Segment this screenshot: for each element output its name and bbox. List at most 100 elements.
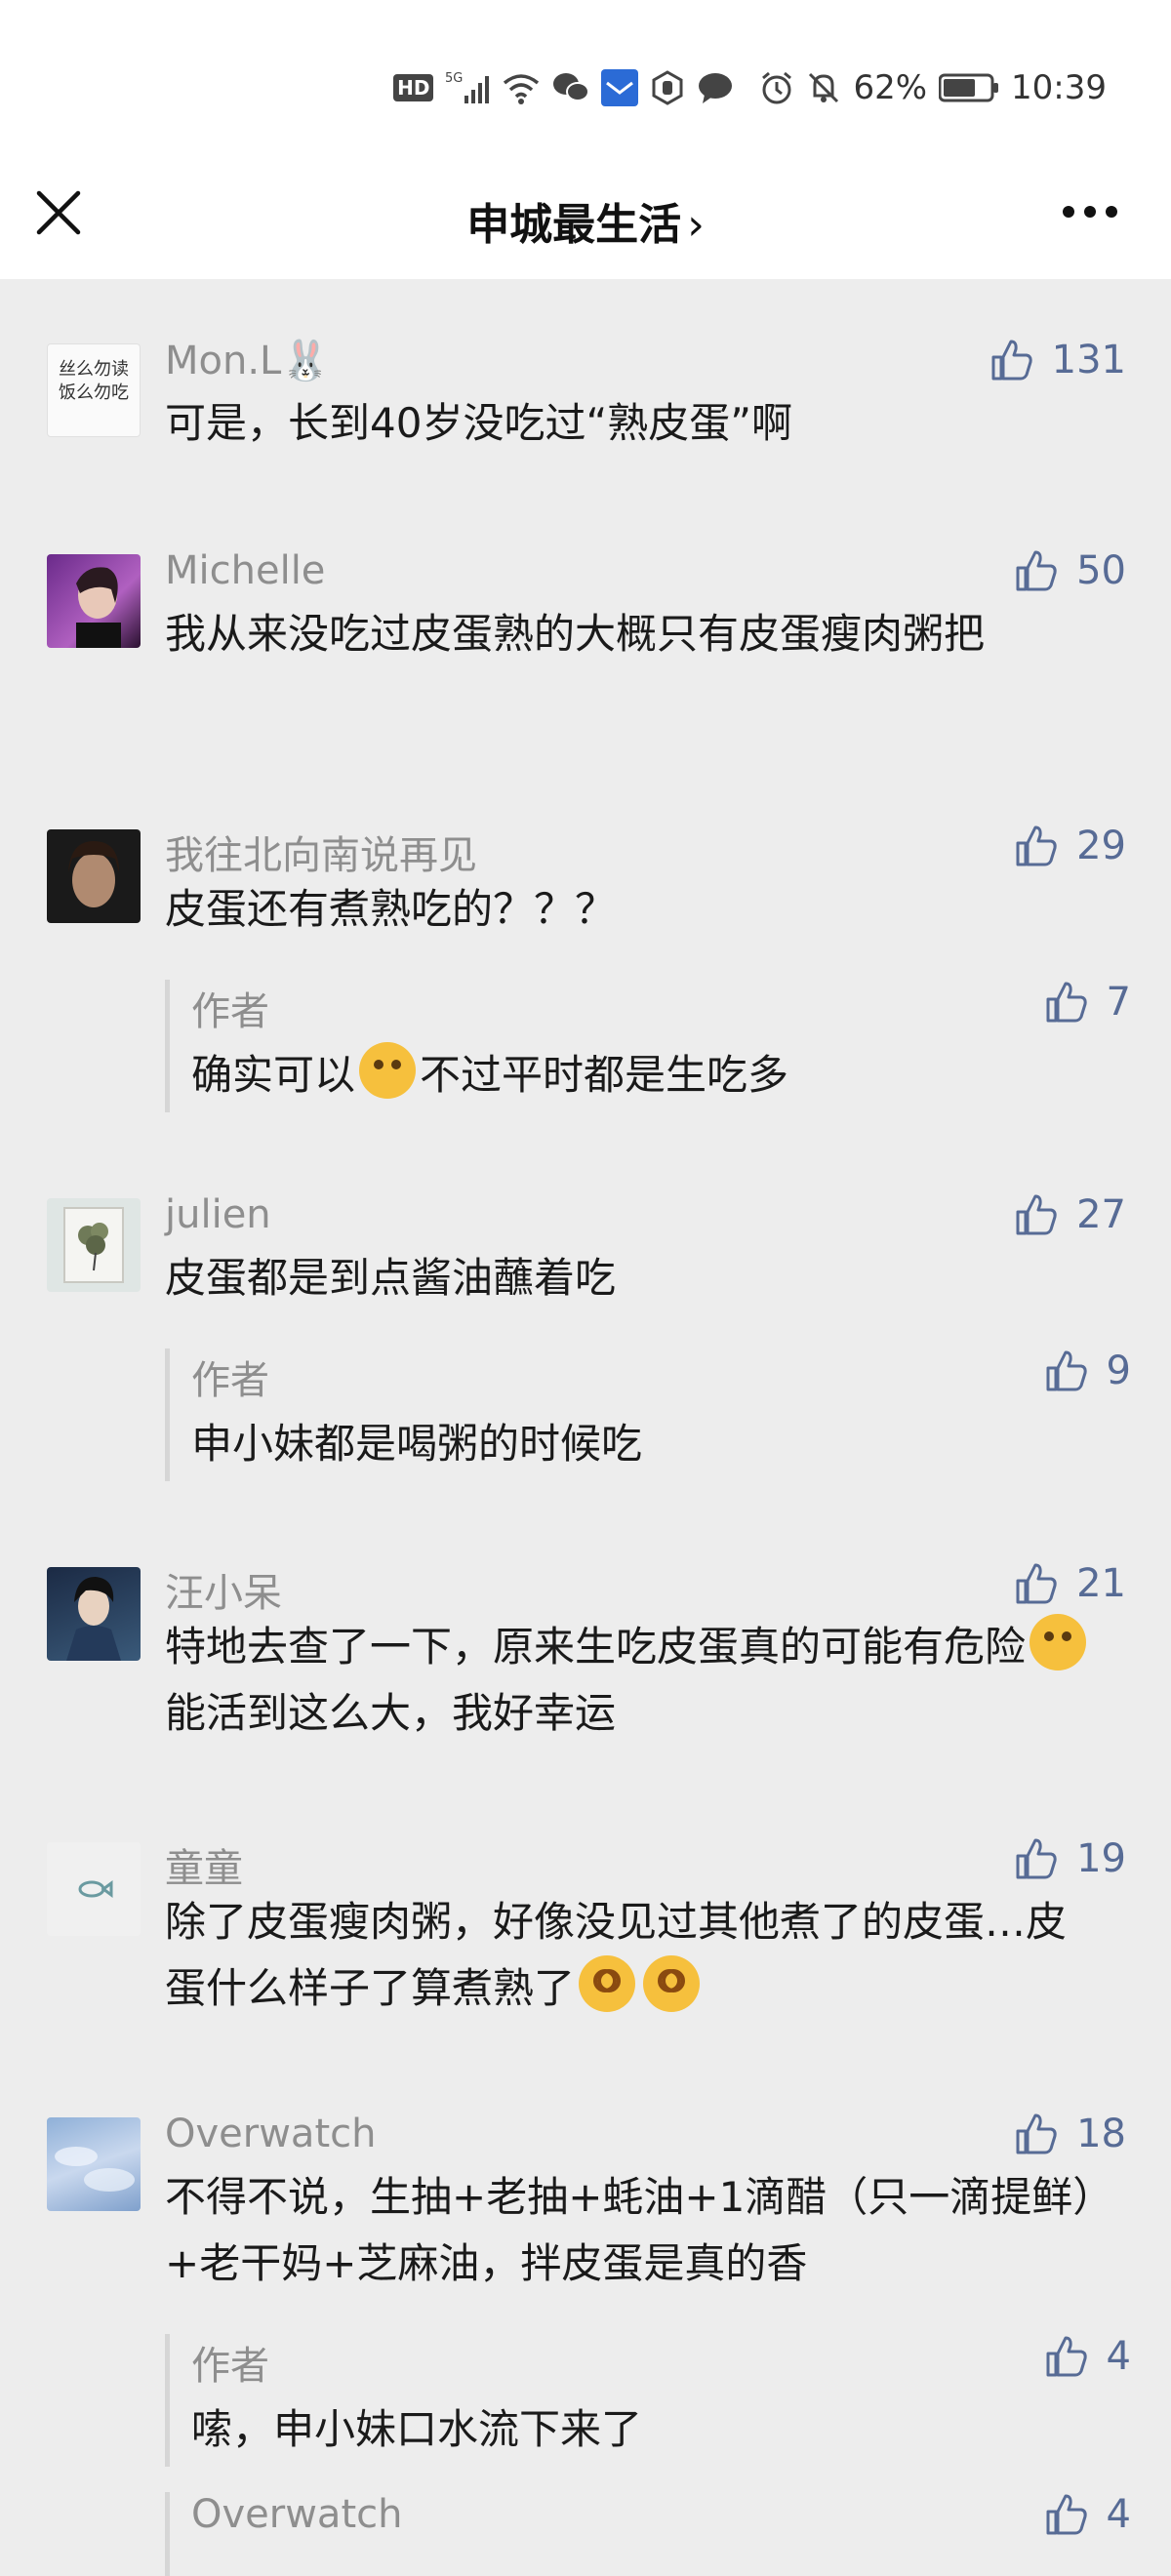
battery-percent: 62% xyxy=(853,68,928,107)
thumbs-up-icon xyxy=(1046,1350,1087,1391)
page-title[interactable]: 申城最生活 › xyxy=(0,189,1171,252)
like-button[interactable]: 131 xyxy=(989,338,1126,382)
avatar[interactable] xyxy=(47,1198,141,1292)
signal-icon: 5G xyxy=(445,70,490,105)
reply-author: 作者 xyxy=(191,2344,269,2389)
sweat-emoji-icon xyxy=(1030,1614,1087,1670)
reply-text-a: 确实可以 xyxy=(191,1051,356,1099)
comment-text: 皮蛋都是到点酱油蘸着吃 xyxy=(165,1254,617,1302)
like-button[interactable]: 4 xyxy=(1044,2492,1131,2537)
thumbs-up-icon xyxy=(1016,2113,1057,2154)
like-count: 18 xyxy=(1076,2112,1126,2156)
hd-icon: HD xyxy=(393,74,434,101)
reply-author: Overwatch xyxy=(191,2492,403,2537)
comment-text: 可是，长到40岁没吃过“熟皮蛋”啊 xyxy=(165,399,792,447)
thumbs-up-icon xyxy=(1016,1194,1057,1235)
hand-icon xyxy=(650,70,685,105)
wechat-icon xyxy=(552,71,590,104)
avatar-image xyxy=(66,1577,121,1661)
more-icon xyxy=(1063,206,1117,218)
thumbs-up-icon xyxy=(1046,2494,1087,2535)
avatar-text: 丝么勿读 饭么勿吃 xyxy=(59,359,129,403)
reply-author: 作者 xyxy=(191,1358,269,1403)
avatar-image xyxy=(63,1207,124,1283)
comment-author[interactable]: 童童 xyxy=(165,1836,243,1893)
dizzy-emoji-icon xyxy=(579,1955,636,2012)
like-button[interactable]: 29 xyxy=(1014,824,1126,868)
clock: 10:39 xyxy=(1011,68,1107,107)
comment-item: 汪小呆 21 特地去查了一下，原来生吃皮蛋真的可能有危险能活到这么大，我好幸运 xyxy=(0,1561,1171,1737)
status-icons: HD 5G 62% 10:39 xyxy=(393,66,1107,109)
like-button[interactable]: 27 xyxy=(1014,1192,1126,1237)
avatar[interactable] xyxy=(47,2117,141,2211)
comment-list[interactable]: 丝么勿读 饭么勿吃 Mon.L🐰 131 可是，长到40岁没吃过“熟皮蛋”啊 M… xyxy=(0,279,1171,2576)
nav-bar: 申城最生活 › xyxy=(0,166,1171,279)
reply-text: 嗦，申小妹口水流下来了 xyxy=(191,2405,643,2453)
avatar-image xyxy=(68,841,119,907)
like-button[interactable]: 7 xyxy=(1044,980,1131,1025)
comment-text: 除了皮蛋瘦肉粥，好像没见过其他煮了的皮蛋…皮蛋什么样子了算煮熟了 xyxy=(165,1889,1102,2022)
like-count: 29 xyxy=(1076,824,1126,868)
message-icon xyxy=(697,71,734,104)
like-count: 4 xyxy=(1106,2492,1131,2537)
mute-icon xyxy=(806,70,841,105)
reply-text: 申小妹都是喝粥的时候吃 xyxy=(191,1420,643,1468)
comment-item: Overwatch 18 不得不说，生抽+老抽+蚝油+1滴醋（只一滴提鲜）+老干… xyxy=(0,2112,1171,2576)
comment-item: julien 27 皮蛋都是到点酱油蘸着吃 作者 9 申小妹都是喝粥的时候吃 xyxy=(0,1192,1171,1485)
like-button[interactable]: 21 xyxy=(1014,1561,1126,1606)
app-icon xyxy=(601,69,639,106)
reply-author: 作者 xyxy=(191,989,269,1034)
alarm-icon xyxy=(759,70,794,105)
network-label: 5G xyxy=(445,71,463,86)
wifi-icon xyxy=(502,71,541,104)
like-button[interactable]: 18 xyxy=(1014,2112,1126,2156)
avatar-image xyxy=(55,2147,135,2192)
page-title-text: 申城最生活 xyxy=(466,200,682,250)
comment-item: Michelle 50 我从来没吃过皮蛋熟的大概只有皮蛋瘦肉粥把 xyxy=(0,548,1171,724)
like-count: 7 xyxy=(1106,980,1131,1025)
avatar[interactable] xyxy=(47,1567,141,1661)
reply-text: 确实可以 不过平时都是生吃多 xyxy=(191,1042,788,1108)
like-count: 9 xyxy=(1106,1348,1131,1393)
like-count: 19 xyxy=(1076,1836,1126,1881)
avatar[interactable] xyxy=(47,554,141,648)
avatar[interactable] xyxy=(47,829,141,923)
comment-author[interactable]: Overwatch xyxy=(165,2112,376,2156)
like-button[interactable]: 50 xyxy=(1014,548,1126,593)
like-button[interactable]: 9 xyxy=(1044,1348,1131,1393)
like-count: 131 xyxy=(1051,338,1126,382)
comment-author[interactable]: 汪小呆 xyxy=(165,1561,282,1618)
comment-text: 皮蛋还有煮熟吃的？？？ xyxy=(165,885,617,933)
thumbs-up-icon xyxy=(1046,2336,1087,2377)
dizzy-emoji-icon xyxy=(643,1955,701,2012)
comment-text-b: 能活到这么大，我好幸运 xyxy=(165,1689,617,1737)
comment-author[interactable]: julien xyxy=(165,1192,271,1237)
avatar-image xyxy=(78,1880,113,1898)
thumbs-up-icon xyxy=(991,340,1032,381)
thumbs-up-icon xyxy=(1016,825,1057,866)
author-reply: 作者 9 申小妹都是喝粥的时候吃 xyxy=(165,1348,1131,1481)
battery-icon xyxy=(939,73,999,102)
thumbs-up-icon xyxy=(1046,982,1087,1023)
avatar-image xyxy=(76,567,121,648)
comment-author[interactable]: Mon.L🐰 xyxy=(165,338,330,383)
like-count: 21 xyxy=(1076,1561,1126,1606)
author-reply: 作者 4 嗦，申小妹口水流下来了 xyxy=(165,2334,1131,2467)
comment-text-a: 特地去查了一下，原来生吃皮蛋真的可能有危险 xyxy=(165,1623,1027,1670)
like-button[interactable]: 19 xyxy=(1014,1836,1126,1881)
comment-item: 丝么勿读 饭么勿吃 Mon.L🐰 131 可是，长到40岁没吃过“熟皮蛋”啊 xyxy=(0,338,1171,447)
more-button[interactable] xyxy=(1060,201,1120,222)
comment-author[interactable]: 我往北向南说再见 xyxy=(165,824,477,880)
avatar[interactable]: 丝么勿读 饭么勿吃 xyxy=(47,343,141,437)
comment-author[interactable]: Michelle xyxy=(165,548,325,593)
chevron-right-icon: › xyxy=(687,200,705,250)
like-button[interactable]: 4 xyxy=(1044,2334,1131,2379)
comment-text: 不得不说，生抽+老抽+蚝油+1滴醋（只一滴提鲜）+老干妈+芝麻油，拌皮蛋是真的香 xyxy=(165,2173,1094,2287)
like-count: 50 xyxy=(1076,548,1126,593)
comment-text: 特地去查了一下，原来生吃皮蛋真的可能有危险能活到这么大，我好幸运 xyxy=(165,1614,1102,1747)
thumbs-up-icon xyxy=(1016,1563,1057,1604)
thumbs-up-icon xyxy=(1016,1838,1057,1879)
comment-text: 我从来没吃过皮蛋熟的大概只有皮蛋瘦肉粥把 xyxy=(165,610,986,658)
author-reply: 作者 7 确实可以 不过平时都是生吃多 xyxy=(165,980,1131,1112)
avatar[interactable] xyxy=(47,1842,141,1936)
